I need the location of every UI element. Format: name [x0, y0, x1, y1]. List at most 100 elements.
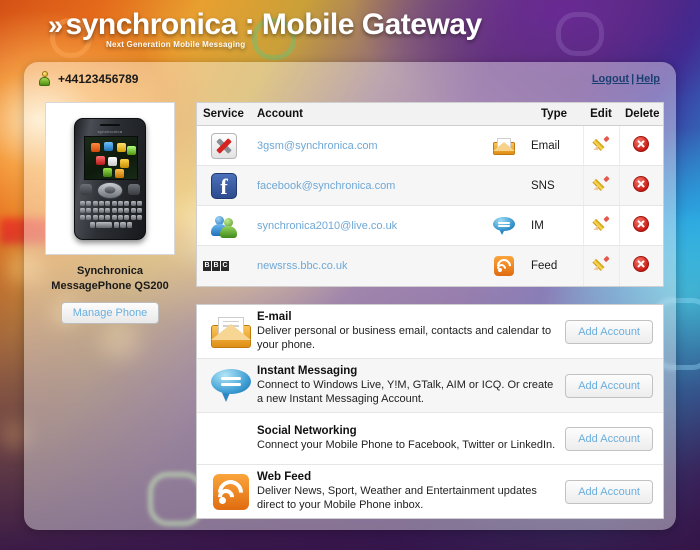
type-cell: Feed	[525, 245, 583, 286]
table-row[interactable]: f facebook@synchronica.com SNS	[197, 165, 663, 206]
type-icon-cell	[483, 165, 525, 206]
help-link[interactable]: Help	[636, 73, 660, 85]
delete-icon[interactable]	[633, 176, 650, 192]
email-icon	[493, 137, 515, 155]
exchange-icon	[211, 132, 237, 159]
messenger-icon	[211, 213, 237, 239]
account-link[interactable]: 3gsm@synchronica.com	[257, 140, 378, 152]
type-icon-cell	[483, 125, 525, 166]
service-title: Web Feed	[257, 471, 312, 483]
column-header-type: Type	[525, 103, 583, 126]
user-bar: +44123456789 Logout | Help	[24, 62, 676, 95]
device-name-line2: MessagePhone QS200	[51, 280, 169, 292]
pencil-icon[interactable]	[591, 135, 610, 153]
table-header-row: Service Account Type Edit Delete	[197, 103, 663, 126]
delete-icon[interactable]	[633, 216, 650, 232]
type-cell: SNS	[525, 165, 583, 206]
user-identity: +44123456789	[38, 71, 138, 86]
logo-tagline: Next Generation Mobile Messaging	[106, 40, 246, 49]
service-description: Connect your Mobile Phone to Facebook, T…	[257, 439, 556, 451]
email-icon	[211, 316, 251, 348]
add-account-button[interactable]: Add Account	[565, 426, 653, 451]
sns-icon	[492, 176, 516, 196]
type-icon-cell	[483, 205, 525, 246]
account-link[interactable]: synchronica2010@live.co.uk	[257, 220, 397, 232]
type-cell: IM	[525, 205, 583, 246]
service-description: Deliver News, Sport, Weather and Enterta…	[257, 485, 537, 511]
delete-cell	[618, 125, 663, 166]
delete-cell	[618, 205, 663, 246]
service-icon-wrap	[205, 368, 257, 403]
account-link[interactable]: newsrss.bbc.co.uk	[257, 260, 347, 272]
manage-phone-button[interactable]: Manage Phone	[60, 302, 160, 324]
service-icon-wrap	[205, 473, 257, 510]
phone-keyboard	[79, 200, 143, 230]
pencil-icon[interactable]	[591, 255, 610, 273]
column-header-delete: Delete	[619, 103, 663, 126]
account-cell: 3gsm@synchronica.com	[251, 125, 483, 166]
bbc-letter: C	[221, 260, 229, 271]
delete-icon[interactable]	[633, 256, 650, 273]
main-panel: +44123456789 Logout | Help synchronica S…	[24, 62, 676, 530]
service-title: Social Networking	[257, 425, 357, 437]
accounts-table-header: Service Account Type Edit Delete	[197, 103, 663, 126]
column-header-account: Account	[251, 103, 483, 126]
service-option-feed: Web Feed Deliver News, Sport, Weather an…	[197, 464, 663, 518]
add-account-button[interactable]: Add Account	[565, 319, 653, 344]
type-cell: Email	[525, 125, 583, 166]
delete-icon[interactable]	[633, 136, 650, 152]
service-description: Deliver personal or business email, cont…	[257, 325, 552, 351]
bbc-letter: B	[203, 260, 211, 271]
edit-cell	[582, 205, 619, 246]
im-icon	[211, 368, 251, 403]
account-link[interactable]: facebook@synchronica.com	[257, 180, 395, 192]
bbc-icon: B B C	[203, 253, 229, 279]
mobile-phone-illustration: synchronica	[74, 117, 146, 240]
service-cell	[197, 205, 251, 246]
logout-link[interactable]: Logout	[592, 73, 629, 85]
phone-screen	[84, 135, 138, 180]
edit-cell	[582, 245, 619, 286]
pencil-icon[interactable]	[591, 215, 610, 233]
edit-cell	[582, 165, 619, 206]
table-row[interactable]: B B C newsrss.bbc.co.uk Feed	[197, 245, 663, 286]
device-name: Synchronica MessagePhone QS200	[35, 264, 185, 294]
delete-cell	[618, 245, 663, 286]
service-cell: f	[197, 165, 251, 206]
edit-cell	[582, 125, 619, 166]
table-row[interactable]: synchronica2010@live.co.uk IM	[197, 205, 663, 246]
delete-cell	[618, 165, 663, 206]
add-account-button[interactable]: Add Account	[565, 479, 653, 504]
service-option-im: Instant Messaging Connect to Windows Liv…	[197, 358, 663, 412]
im-icon	[493, 216, 515, 235]
facebook-icon: f	[211, 172, 237, 199]
device-image-card: synchronica	[45, 102, 175, 255]
service-option-sns: Social Networking Connect your Mobile Ph…	[197, 412, 663, 464]
column-header-service: Service	[197, 103, 251, 126]
device-column: synchronica Synchronica MessagePhone QS2…	[34, 102, 186, 324]
service-icon-wrap	[205, 316, 257, 348]
table-row[interactable]: 3gsm@synchronica.com Email	[197, 125, 663, 166]
service-title: E-mail	[257, 311, 292, 323]
rss-icon	[212, 473, 249, 510]
device-name-line1: Synchronica	[76, 265, 144, 277]
chevron-icon: »	[48, 10, 63, 40]
service-text: Social Networking Connect your Mobile Ph…	[257, 425, 565, 452]
service-text: E-mail Deliver personal or business emai…	[257, 311, 565, 352]
account-cell: synchronica2010@live.co.uk	[251, 205, 483, 246]
service-title: Instant Messaging	[257, 365, 358, 377]
service-cell	[197, 125, 251, 166]
add-account-button[interactable]: Add Account	[565, 373, 653, 398]
accounts-table-container: Service Account Type Edit Delete 3gsm@sy…	[196, 102, 664, 287]
decor-rounded-square	[556, 12, 604, 56]
pencil-icon[interactable]	[591, 175, 610, 193]
add-services-panel: E-mail Deliver personal or business emai…	[196, 304, 664, 519]
column-header-type-icon	[483, 103, 525, 126]
account-links: Logout | Help	[592, 73, 660, 85]
column-header-edit: Edit	[583, 103, 619, 126]
service-cell: B B C	[197, 245, 251, 286]
accounts-table: Service Account Type Edit Delete 3gsm@sy…	[197, 103, 663, 286]
rss-icon	[494, 255, 514, 276]
service-icon-wrap	[205, 422, 257, 456]
accounts-table-body: 3gsm@synchronica.com Email f facebook@sy…	[197, 125, 663, 286]
